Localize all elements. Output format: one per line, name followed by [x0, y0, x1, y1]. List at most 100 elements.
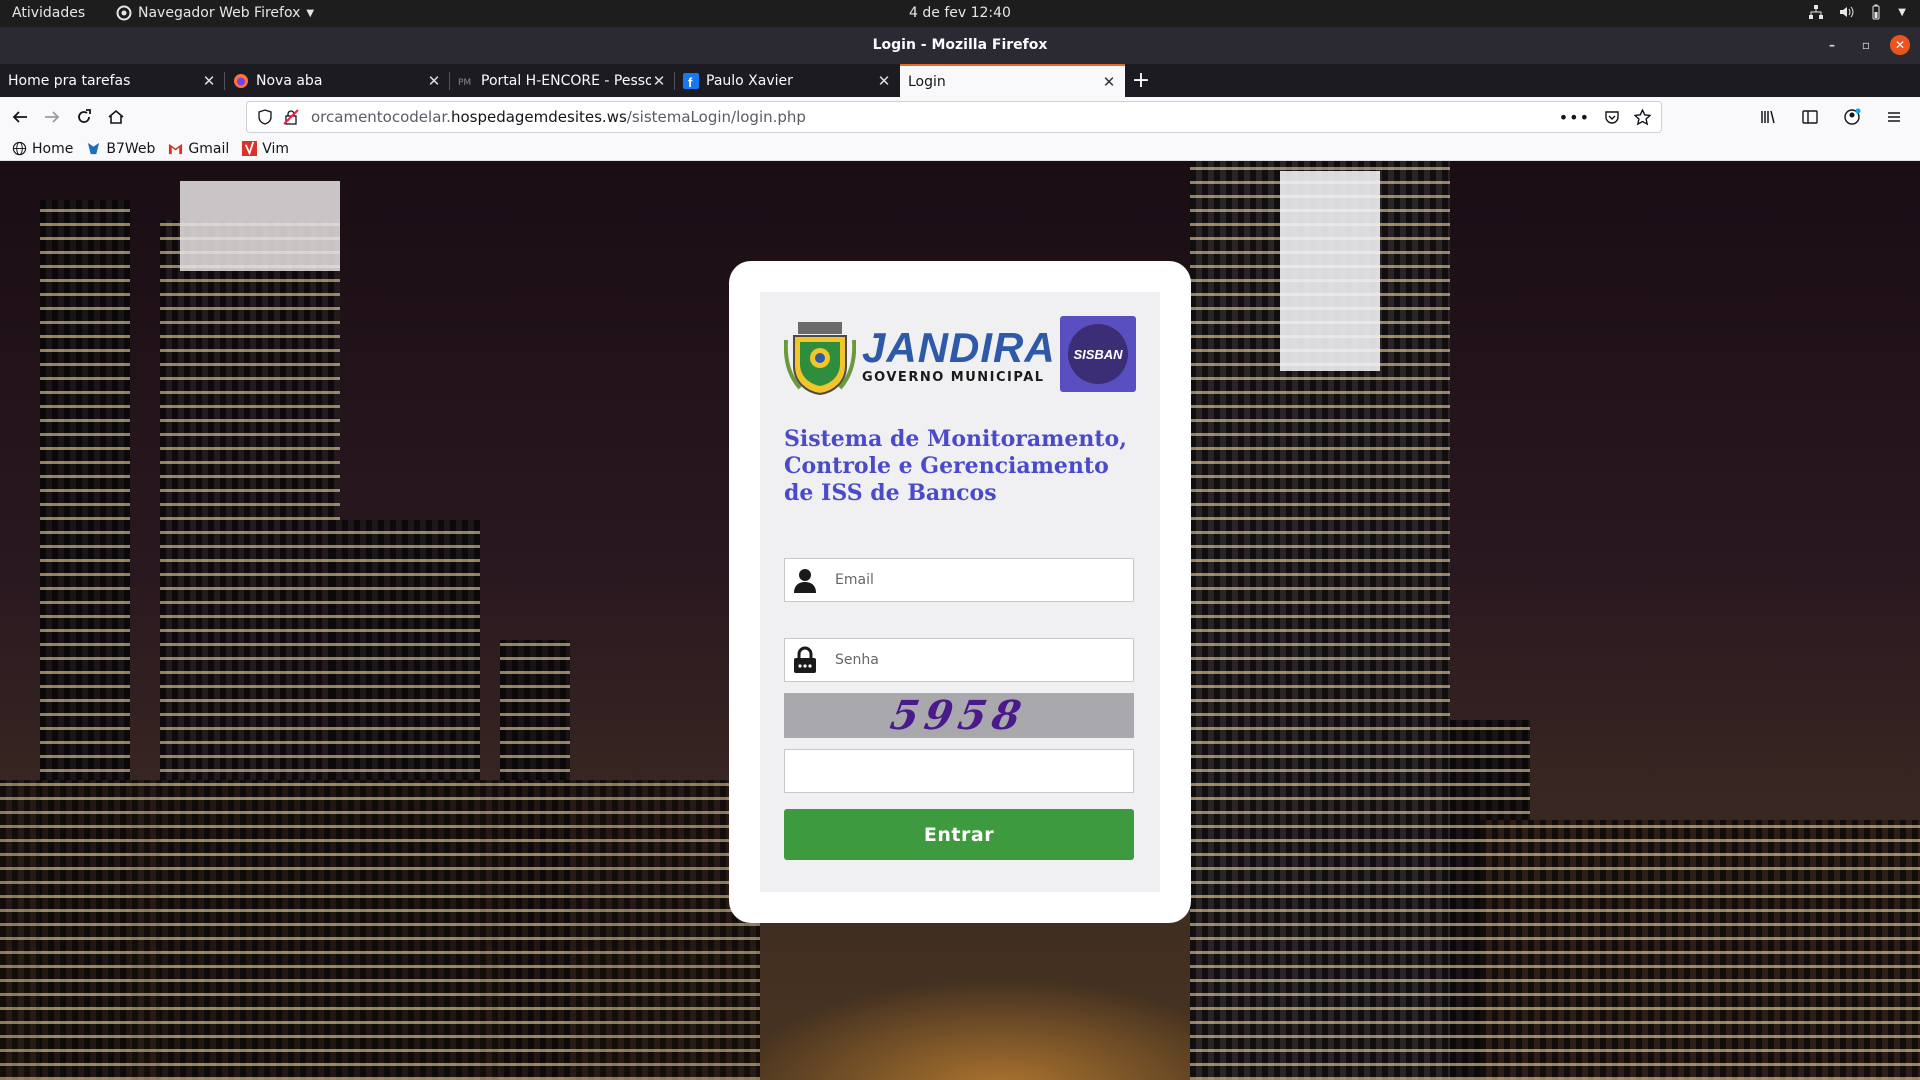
bookmark-label: Vim — [262, 140, 290, 157]
bookmark-label: Gmail — [188, 140, 230, 157]
gmail-icon — [169, 143, 183, 155]
battery-icon[interactable] — [1868, 4, 1884, 20]
user-icon — [785, 559, 825, 601]
arrow-right-icon — [45, 111, 60, 123]
tab-nova-aba[interactable]: Nova aba ✕ — [225, 64, 450, 97]
brand-subtitle: GOVERNO MUNICIPAL — [862, 370, 1045, 385]
pocket-icon[interactable] — [1604, 109, 1620, 125]
password-input[interactable] — [825, 639, 1133, 681]
clock[interactable]: 4 de fev 12:40 — [909, 5, 1011, 21]
back-button[interactable] — [4, 101, 36, 133]
new-tab-button[interactable]: + — [1125, 64, 1157, 97]
address-bar[interactable]: orcamentocodelar.hospedagemdesites.ws/si… — [246, 101, 1662, 133]
close-tab-icon[interactable]: ✕ — [426, 72, 442, 90]
tab-label: Home pra tarefas — [8, 72, 131, 89]
bookmark-b7web[interactable]: B7Web — [86, 141, 155, 157]
sisban-logo: SISBAN — [1060, 316, 1136, 392]
sidebar-button[interactable] — [1794, 101, 1826, 133]
library-icon — [1761, 110, 1775, 124]
email-field — [784, 558, 1134, 602]
tab-label: Nova aba — [256, 72, 323, 89]
submit-button[interactable]: Entrar — [784, 809, 1134, 860]
login-card: JANDIRA GOVERNO MUNICIPAL SISBAN Sistema… — [729, 261, 1191, 923]
system-tray[interactable]: ▼ — [1808, 4, 1906, 20]
brand-name: JANDIRA — [862, 324, 1056, 371]
navigation-toolbar: orcamentocodelar.hospedagemdesites.ws/si… — [0, 97, 1920, 137]
window-titlebar: Login - Mozilla Firefox – ▫ ✕ — [0, 27, 1920, 64]
menu-button[interactable] — [1878, 101, 1910, 133]
arrow-left-icon — [12, 111, 27, 123]
tab-paulo-xavier[interactable]: f Paulo Xavier ✕ — [675, 64, 900, 97]
b7web-icon — [88, 142, 100, 155]
email-input[interactable] — [825, 559, 1133, 601]
minimize-button[interactable]: – — [1822, 35, 1842, 55]
page-actions-icon[interactable]: ••• — [1559, 108, 1590, 127]
shield-icon[interactable] — [257, 109, 273, 125]
facebook-icon: f — [683, 72, 699, 89]
captcha-field — [784, 749, 1134, 793]
tab-portal-h-encore[interactable]: PM Portal H-ENCORE - Pesso ✕ — [450, 64, 675, 97]
page-background: JANDIRA GOVERNO MUNICIPAL SISBAN Sistema… — [0, 161, 1920, 1080]
tab-home-pra-tarefas[interactable]: Home pra tarefas ✕ — [0, 64, 225, 97]
lock-icon — [785, 639, 825, 681]
window-controls: – ▫ ✕ — [1822, 35, 1910, 55]
logo-row: JANDIRA GOVERNO MUNICIPAL SISBAN — [784, 316, 1136, 398]
skyline-building — [180, 181, 340, 271]
url-host: hospedagemdesites.ws — [450, 108, 627, 126]
chevron-down-icon: ▼ — [306, 7, 315, 19]
skyline-building — [1280, 171, 1380, 371]
jandira-coat-of-arms-icon — [784, 322, 856, 396]
login-panel: JANDIRA GOVERNO MUNICIPAL SISBAN Sistema… — [760, 292, 1160, 892]
maximize-button[interactable]: ▫ — [1856, 35, 1876, 55]
password-field — [784, 638, 1134, 682]
home-button[interactable] — [100, 101, 132, 133]
bookmark-home[interactable]: Home — [12, 141, 73, 157]
captcha-image: 5958 — [784, 692, 1134, 739]
system-top-bar: Atividades Navegador Web Firefox ▼ 4 de … — [0, 0, 1920, 27]
account-button[interactable] — [1836, 101, 1868, 133]
forward-button[interactable] — [36, 101, 68, 133]
tab-label: Paulo Xavier — [706, 72, 793, 89]
url-text[interactable]: orcamentocodelar.hospedagemdesites.ws/si… — [311, 108, 806, 126]
sisban-logo-text: SISBAN — [1068, 324, 1128, 384]
firefox-icon — [234, 73, 248, 88]
captcha-text: 5958 — [887, 692, 1031, 739]
account-icon — [1844, 108, 1861, 125]
svg-text:PM: PM — [458, 78, 471, 88]
close-tab-icon[interactable]: ✕ — [1101, 73, 1117, 91]
bookmark-gmail[interactable]: Gmail — [168, 141, 229, 157]
bookmark-vim[interactable]: Vim — [242, 141, 289, 157]
close-tab-icon[interactable]: ✕ — [876, 72, 892, 90]
tab-strip: Home pra tarefas ✕ Nova aba ✕ PM Portal … — [0, 64, 1920, 97]
brand-block: JANDIRA GOVERNO MUNICIPAL — [862, 324, 1056, 386]
globe-icon — [12, 141, 27, 156]
bookmark-label: B7Web — [106, 140, 156, 157]
url-prefix: orcamentocodelar. — [311, 108, 451, 126]
chevron-down-icon[interactable]: ▼ — [1898, 7, 1906, 18]
tab-label: Portal H-ENCORE - Pesso — [481, 72, 651, 89]
skyline-building — [1480, 820, 1920, 1080]
library-button[interactable] — [1752, 101, 1784, 133]
close-tab-icon[interactable]: ✕ — [201, 72, 217, 90]
reload-button[interactable] — [68, 101, 100, 133]
network-icon[interactable] — [1808, 4, 1824, 20]
home-icon — [108, 109, 124, 124]
pm-icon: PM — [458, 78, 471, 88]
insecure-lock-icon[interactable] — [283, 109, 299, 125]
app-menu[interactable]: Navegador Web Firefox ▼ — [116, 5, 314, 21]
close-window-button[interactable]: ✕ — [1890, 35, 1910, 55]
vim-icon — [242, 141, 258, 156]
tab-login[interactable]: Login ✕ — [900, 64, 1125, 97]
window-title: Login - Mozilla Firefox — [872, 37, 1048, 53]
volume-icon[interactable] — [1838, 4, 1854, 20]
reload-icon — [78, 109, 91, 123]
sidebar-icon — [1802, 110, 1818, 124]
captcha-input[interactable] — [785, 750, 1133, 792]
tab-label: Login — [908, 73, 946, 90]
bookmark-star-icon[interactable] — [1634, 108, 1651, 126]
activities-button[interactable]: Atividades — [12, 5, 85, 21]
close-tab-icon[interactable]: ✕ — [651, 72, 667, 90]
bookmarks-toolbar: Home B7Web Gmail Vim — [0, 137, 1920, 161]
bookmark-label: Home — [32, 140, 74, 157]
url-path: /sistemaLogin/login.php — [626, 108, 806, 126]
